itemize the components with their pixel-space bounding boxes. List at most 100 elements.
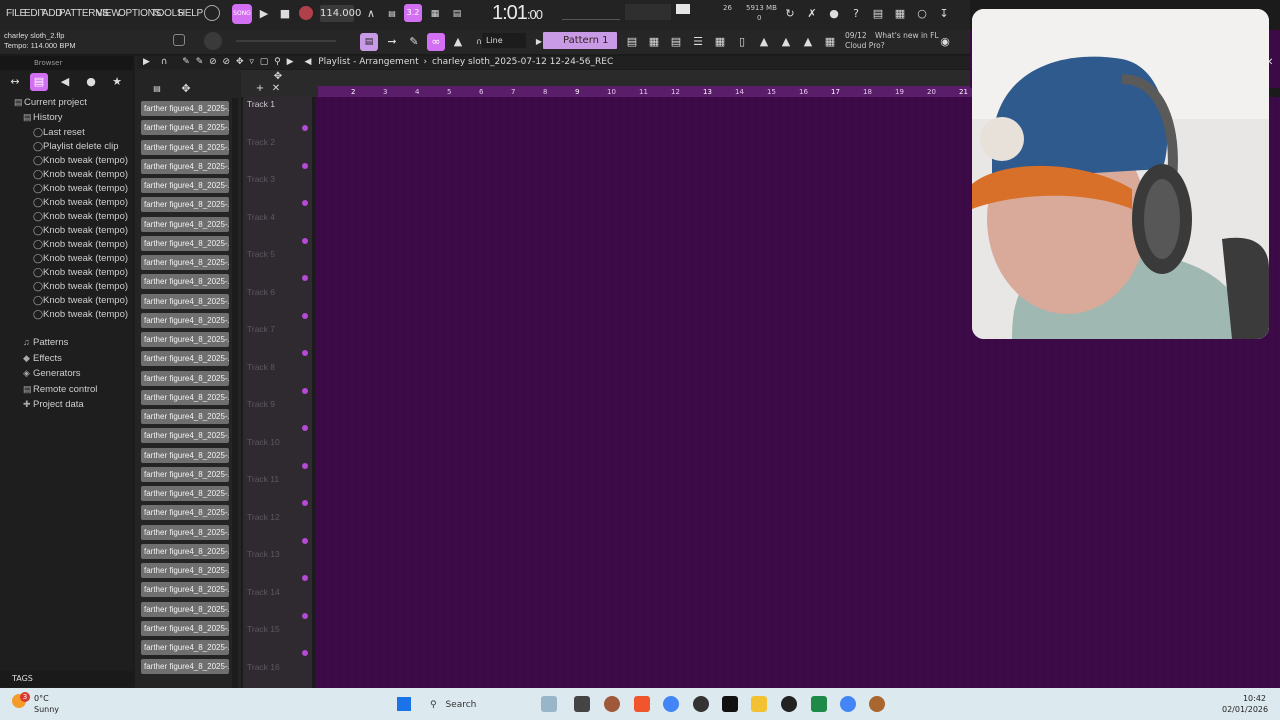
smiley-icon[interactable]: ▲ bbox=[799, 33, 817, 51]
menu-view[interactable]: VIEW bbox=[96, 8, 121, 19]
windows-start-icon[interactable] bbox=[397, 697, 411, 711]
audio-clip[interactable]: farther figure4_8_2025-... bbox=[141, 293, 229, 309]
audio-clip[interactable]: farther figure4_8_2025-... bbox=[141, 332, 229, 347]
picker-scrollbar[interactable] bbox=[232, 98, 238, 688]
tempo-tap-icon[interactable]: ▲ bbox=[777, 33, 795, 51]
audio-clip[interactable]: farther figure4_8_2025-... bbox=[141, 505, 229, 521]
slice-tool-icon[interactable]: ▿ bbox=[249, 57, 254, 67]
audio-clip[interactable]: farther figure4_8_2025-... bbox=[141, 428, 229, 444]
help-icon[interactable]: ? bbox=[847, 5, 865, 23]
pitch-slider[interactable] bbox=[236, 40, 336, 42]
history-item[interactable]: ◯Knob tweak (tempo) bbox=[33, 309, 128, 320]
history-item[interactable]: ◯Knob tweak (tempo) bbox=[33, 253, 128, 264]
track-label[interactable]: Track 11 bbox=[247, 474, 279, 484]
audio-clip[interactable]: farther figure4_8_2025-... bbox=[141, 351, 229, 367]
tiktok-icon[interactable] bbox=[722, 696, 738, 712]
history-item[interactable]: ◯Knob tweak (tempo) bbox=[33, 197, 128, 208]
audio-clip[interactable]: farther figure4_8_2025-... bbox=[141, 120, 229, 136]
snap-select[interactable]: Line bbox=[482, 33, 526, 48]
song-mode-button[interactable]: SONG bbox=[232, 4, 252, 24]
magnet-snap-icon[interactable]: ∩ bbox=[161, 57, 168, 67]
picker-view-icon[interactable]: ▤ bbox=[148, 80, 166, 98]
tree-icon[interactable]: ▦ bbox=[711, 33, 729, 51]
zoom-tool-icon[interactable]: ⚲ bbox=[274, 57, 281, 67]
track-mute-dot[interactable] bbox=[302, 162, 308, 169]
audio-clip[interactable]: farther figure4_8_2025-... bbox=[141, 216, 229, 232]
document-icon[interactable]: ▯ bbox=[733, 33, 751, 51]
channel-rack-icon[interactable]: ▦ bbox=[645, 33, 663, 51]
folder-effects[interactable]: ◆ Effects bbox=[23, 353, 62, 364]
audio-clip[interactable]: farther figure4_8_2025-... bbox=[141, 274, 229, 290]
chat-icon[interactable]: ○ bbox=[913, 5, 931, 23]
chrome-profile-icon[interactable] bbox=[840, 696, 856, 712]
audio-clip[interactable]: farther figure4_8_2025-... bbox=[141, 582, 229, 598]
audio-clip[interactable]: farther figure4_8_2025-... bbox=[141, 197, 229, 213]
move-icon[interactable]: ✥ bbox=[177, 80, 195, 98]
track-mute-dot[interactable] bbox=[302, 650, 308, 656]
track-label[interactable]: Track 5 bbox=[247, 249, 275, 259]
track-label[interactable]: Track 16 bbox=[247, 662, 280, 672]
tree-current-project[interactable]: ▤Current project bbox=[14, 97, 87, 108]
track-mute-dot[interactable] bbox=[302, 237, 308, 244]
track-mute-dot[interactable] bbox=[302, 537, 308, 544]
browser-plugin-tab[interactable]: ● bbox=[82, 73, 100, 91]
audio-clip[interactable]: farther figure4_8_2025-... bbox=[141, 235, 229, 251]
fl-studio-active-icon[interactable] bbox=[869, 696, 885, 712]
playback-tool-icon[interactable]: ▶ bbox=[287, 57, 294, 67]
audio-clip[interactable]: farther figure4_8_2025-... bbox=[141, 543, 229, 559]
browser-all-tab[interactable]: ▤ bbox=[30, 73, 48, 91]
history-item[interactable]: ◯Knob tweak (tempo) bbox=[33, 155, 128, 166]
mute-tool-icon[interactable]: ⊘ bbox=[223, 57, 231, 67]
track-label[interactable]: Track 2 bbox=[247, 137, 275, 147]
history-item[interactable]: ◯Knob tweak (tempo) bbox=[33, 267, 128, 278]
cart-icon[interactable]: ▦ bbox=[821, 33, 839, 51]
mixer-icon[interactable]: ▤ bbox=[623, 33, 641, 51]
download-icon[interactable]: ↧ bbox=[935, 5, 953, 23]
audio-clip[interactable]: farther figure4_8_2025-... bbox=[141, 312, 229, 328]
weather-widget[interactable]: 0°C Sunny bbox=[34, 693, 59, 715]
song-position[interactable]: 1:01:00 bbox=[492, 2, 552, 28]
slip-tool-icon[interactable]: ✥ bbox=[236, 57, 244, 67]
taskbar-search[interactable]: ⚲ Search bbox=[418, 695, 538, 715]
track-label[interactable]: Track 1 bbox=[247, 99, 275, 109]
audio-clip[interactable]: farther figure4_8_2025-... bbox=[141, 640, 229, 655]
wait-record-icon[interactable]: ▤ bbox=[383, 5, 401, 23]
x-close-icon[interactable]: ✗ bbox=[803, 5, 821, 23]
audio-clip[interactable]: farther figure4_8_2025-... bbox=[141, 158, 229, 174]
collapse-icon[interactable]: ↔ bbox=[6, 73, 24, 91]
folder-patterns[interactable]: ♫ Patterns bbox=[23, 337, 68, 348]
track-label[interactable]: Track 6 bbox=[247, 287, 275, 297]
track-mute-dot[interactable] bbox=[302, 125, 308, 131]
track-mute-dot[interactable] bbox=[302, 200, 308, 206]
horizontal-zoom-icon[interactable]: ✥ bbox=[269, 68, 287, 86]
tags-bar[interactable]: TAGS bbox=[0, 671, 133, 687]
playlist-menu-icon[interactable]: ▶ bbox=[143, 57, 150, 67]
tempo-display[interactable]: 114.000 bbox=[320, 5, 361, 22]
pat-song-icon[interactable] bbox=[204, 5, 220, 21]
arrow-right-icon[interactable]: ➞ bbox=[383, 33, 401, 51]
record-mode-button[interactable]: 3.2 bbox=[404, 4, 422, 22]
track-mute-dot[interactable] bbox=[302, 312, 308, 319]
stop-button[interactable]: ■ bbox=[276, 5, 294, 23]
step-edit-icon[interactable]: ▦ bbox=[426, 5, 444, 23]
audio-clip[interactable]: farther figure4_8_2025-... bbox=[141, 524, 229, 540]
track-label[interactable]: Track 3 bbox=[247, 174, 275, 184]
history-item[interactable]: ◯Last reset bbox=[33, 127, 85, 138]
chrome-icon[interactable] bbox=[663, 696, 679, 712]
file-explorer-icon[interactable] bbox=[574, 696, 590, 712]
tree-history[interactable]: ▤History bbox=[23, 112, 63, 123]
brave-browser-icon[interactable] bbox=[634, 696, 650, 712]
app-icon[interactable] bbox=[693, 696, 709, 712]
pencil-icon[interactable]: ✎ bbox=[405, 33, 423, 51]
audio-clip[interactable]: farther figure4_8_2025-... bbox=[141, 563, 229, 578]
track-mute-dot[interactable] bbox=[302, 462, 308, 469]
history-item[interactable]: ◯Knob tweak (tempo) bbox=[33, 183, 128, 194]
audio-clip[interactable]: farther figure4_8_2025-... bbox=[141, 255, 229, 270]
track-label[interactable]: Track 10 bbox=[247, 437, 280, 447]
history-item[interactable]: ◯Knob tweak (tempo) bbox=[33, 281, 128, 292]
steam-icon[interactable] bbox=[781, 696, 797, 712]
metronome-icon[interactable]: ∧ bbox=[362, 5, 380, 23]
draw-tool-icon[interactable]: ✎ bbox=[182, 57, 190, 67]
paint-tool-icon[interactable]: ✎ bbox=[196, 57, 204, 67]
track-mute-dot[interactable] bbox=[302, 350, 308, 356]
